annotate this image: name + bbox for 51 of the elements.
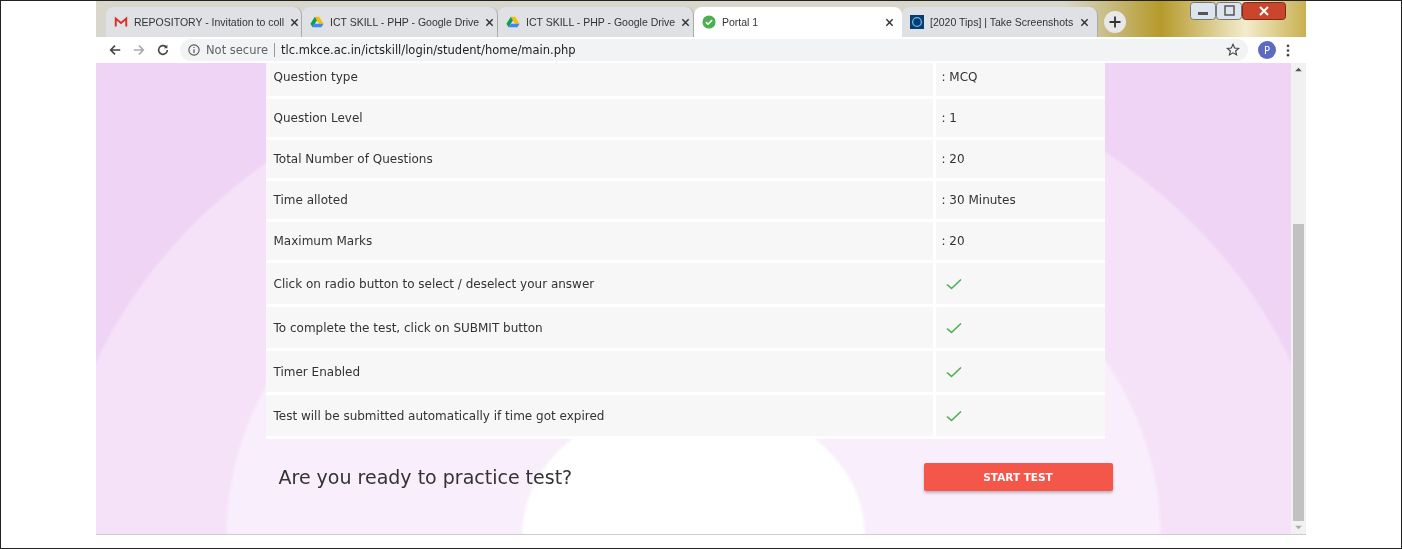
menu-icon[interactable] xyxy=(1286,43,1290,57)
minimize-button[interactable] xyxy=(1190,2,1216,20)
close-icon[interactable] xyxy=(885,17,894,27)
table-cell: Question type xyxy=(265,63,933,96)
table-cell: : 30 Minutes xyxy=(935,181,1105,219)
tab-title: Portal 1 xyxy=(722,16,760,28)
browser-tab[interactable]: ICT SKILL - PHP - Google Drive xyxy=(498,7,694,37)
close-icon[interactable] xyxy=(485,17,495,27)
table-cell: To complete the test, click on SUBMIT button xyxy=(265,307,933,348)
tab-title: [2020 Tips] | Take Screenshots xyxy=(930,16,1074,28)
table-cell: Time alloted xyxy=(265,181,933,219)
envelope-m-icon xyxy=(114,15,128,29)
triangle-logo-icon xyxy=(506,15,520,29)
prompt-text: Are you ready to practice test? xyxy=(278,466,573,488)
table-cell: Total Number of Questions xyxy=(265,140,933,178)
address-field[interactable]: Not secure tlc.mkce.ac.in/ictskill/login/student/home/main.php xyxy=(180,39,1248,61)
tab-title: ICT SKILL - PHP - Google Drive xyxy=(526,16,676,28)
check-circle-icon xyxy=(702,15,716,29)
tab-title: ICT SKILL - PHP - Google Drive xyxy=(330,16,480,28)
table-cell: Timer Enabled xyxy=(265,351,933,392)
reload-icon[interactable] xyxy=(156,43,170,57)
browser-tab[interactable]: ICT SKILL - PHP - Google Drive xyxy=(302,7,498,37)
table-cell: : MCQ xyxy=(935,63,1105,96)
table-cell: Question Level xyxy=(265,99,933,137)
scrollbar-thumb[interactable] xyxy=(1293,224,1304,521)
star-icon[interactable] xyxy=(1226,43,1240,57)
browser-tab[interactable]: [2020 Tips] | Take Screenshots xyxy=(902,7,1098,37)
site-logo-icon xyxy=(910,15,924,29)
close-window-button[interactable] xyxy=(1242,2,1286,20)
close-icon[interactable] xyxy=(681,17,691,27)
maximize-button[interactable] xyxy=(1216,2,1242,20)
security-label: Not secure xyxy=(206,43,269,57)
browser-tab[interactable]: REPOSITORY - Invitation to coll xyxy=(106,7,302,37)
back-arrow-icon[interactable] xyxy=(108,43,122,57)
triangle-logo-icon xyxy=(310,15,324,29)
close-icon[interactable] xyxy=(1080,17,1089,27)
table-cell: Click on radio button to select / deselect your answer xyxy=(265,263,933,304)
table-cell: : 1 xyxy=(935,99,1105,137)
browser-tab[interactable]: Portal 1 xyxy=(694,7,902,37)
tab-title: REPOSITORY - Invitation to coll xyxy=(134,16,284,28)
profile-avatar[interactable]: P xyxy=(1258,41,1276,59)
new-tab-button[interactable] xyxy=(1104,11,1126,33)
table-cell: Maximum Marks xyxy=(265,222,933,260)
info-icon xyxy=(188,44,200,56)
table-cell: : 20 xyxy=(935,140,1105,178)
url-text: tlc.mkce.ac.in/ictskill/login/student/home/main.php xyxy=(281,43,576,57)
close-icon[interactable] xyxy=(290,17,299,27)
scrollbar[interactable] xyxy=(1291,63,1306,534)
scroll-up-icon[interactable] xyxy=(1295,67,1302,72)
table-cell: : 20 xyxy=(935,222,1105,260)
table-cell: Test will be submitted automatically if time got expired xyxy=(265,395,933,436)
